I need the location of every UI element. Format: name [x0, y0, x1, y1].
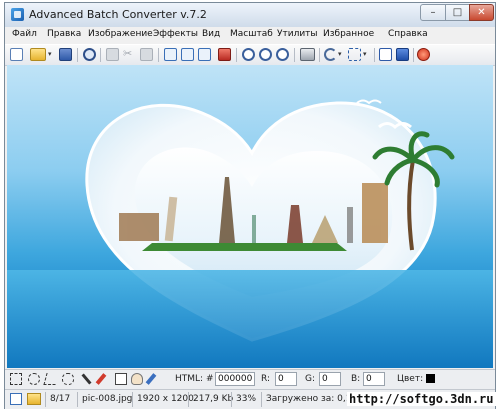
toolbar-separator	[77, 48, 78, 62]
properties-icon[interactable]	[379, 48, 392, 61]
find-icon[interactable]	[83, 48, 96, 61]
cut-icon[interactable]: ✂	[123, 48, 136, 61]
menu-favorites[interactable]: Избранное	[323, 29, 374, 39]
magic-wand-icon[interactable]	[81, 373, 92, 385]
paste-icon[interactable]	[140, 48, 153, 61]
slideshow-icon[interactable]	[218, 48, 231, 61]
zoom-in-icon[interactable]	[242, 48, 255, 61]
maximize-button[interactable]: □	[445, 4, 470, 21]
toolbar-separator	[374, 48, 375, 62]
new-file-icon[interactable]	[10, 48, 23, 61]
copy-icon[interactable]	[106, 48, 119, 61]
open-folder-icon[interactable]	[30, 48, 46, 61]
polygon-select-icon[interactable]	[43, 373, 59, 385]
eyedropper-icon[interactable]	[145, 373, 157, 385]
pen-icon[interactable]	[95, 373, 107, 385]
file-size: 217,9 Kb	[188, 392, 233, 407]
toolbar-separator	[294, 48, 295, 62]
lasso-icon[interactable]	[62, 373, 74, 385]
displayed-image	[7, 99, 493, 368]
rotate-icon[interactable]	[324, 48, 337, 61]
ellipse-select-icon[interactable]	[28, 373, 40, 385]
menu-file[interactable]: Файл	[12, 29, 37, 39]
next-image-icon[interactable]	[198, 48, 211, 61]
r-value-field[interactable]: 0	[275, 372, 297, 386]
toolbar-separator	[236, 48, 237, 62]
fill-icon[interactable]	[115, 373, 127, 385]
html-color-field[interactable]: 000000	[215, 372, 255, 386]
print-icon[interactable]	[300, 48, 315, 61]
island	[142, 243, 347, 251]
window-title: Advanced Batch Converter v.7.2	[29, 8, 207, 21]
b-label: B:	[351, 374, 361, 384]
folder-icon[interactable]	[27, 393, 41, 405]
menu-view[interactable]: Вид	[202, 29, 220, 39]
toolbar-separator	[413, 48, 414, 62]
resize-dropdown-icon[interactable]: ▾	[363, 48, 369, 61]
save-icon[interactable]	[59, 48, 72, 61]
menu-utilities[interactable]: Утилиты	[277, 29, 318, 39]
tools-bar: HTML: # 000000 R: 0 G: 0 B: 0 Цвет:	[5, 369, 495, 389]
color-swatch	[426, 374, 435, 383]
watermark-url: http://softgo.3dn.ru	[347, 392, 496, 406]
g-label: G:	[305, 374, 316, 384]
first-image-icon[interactable]	[164, 48, 177, 61]
image-dimensions: 1920 x 1200	[132, 392, 194, 407]
close-button[interactable]: ✕	[469, 4, 494, 21]
html-label: HTML: #	[175, 374, 214, 384]
menu-edit[interactable]: Правка	[47, 29, 81, 39]
color-label: Цвет:	[397, 374, 424, 384]
main-toolbar: ▾ ✂ ▾ ▾	[5, 44, 495, 66]
image-viewer[interactable]	[7, 65, 493, 368]
zoom-level: 33%	[231, 392, 262, 407]
exit-icon[interactable]	[417, 48, 430, 61]
file-list-icon[interactable]	[10, 393, 22, 405]
hand-icon[interactable]	[131, 373, 143, 385]
rect-select-icon[interactable]	[10, 373, 22, 385]
sea	[7, 270, 493, 368]
load-time: Загружено за: 0,178	[261, 392, 363, 407]
g-value-field[interactable]: 0	[319, 372, 341, 386]
app-window: Advanced Batch Converter v.7.2 – □ ✕ Фай…	[4, 2, 496, 409]
resize-icon[interactable]	[348, 48, 361, 61]
image-counter: 8/17	[45, 392, 78, 407]
minimize-button[interactable]: –	[420, 4, 446, 21]
menu-effects[interactable]: Эффекты	[153, 29, 198, 39]
zoom-fit-icon[interactable]	[276, 48, 289, 61]
menu-help[interactable]: Справка	[388, 29, 428, 39]
zoom-out-icon[interactable]	[259, 48, 272, 61]
seagull	[356, 99, 382, 105]
b-value-field[interactable]: 0	[363, 372, 385, 386]
file-name: pic-008.jpg	[77, 392, 132, 407]
menu-bar: Файл Правка Изображение Эффекты Вид Масш…	[5, 27, 495, 43]
previous-image-icon[interactable]	[181, 48, 194, 61]
open-dropdown-icon[interactable]: ▾	[48, 48, 53, 61]
title-bar: Advanced Batch Converter v.7.2 – □ ✕	[5, 3, 495, 27]
app-icon	[11, 8, 24, 21]
menu-image[interactable]: Изображение	[88, 29, 153, 39]
help-icon[interactable]	[396, 48, 409, 61]
rotate-dropdown-icon[interactable]: ▾	[338, 48, 344, 61]
toolbar-separator	[100, 48, 101, 62]
toolbar-separator	[158, 48, 159, 62]
r-label: R:	[261, 374, 271, 384]
menu-zoom[interactable]: Масштаб	[230, 29, 273, 39]
toolbar-separator	[319, 48, 320, 62]
